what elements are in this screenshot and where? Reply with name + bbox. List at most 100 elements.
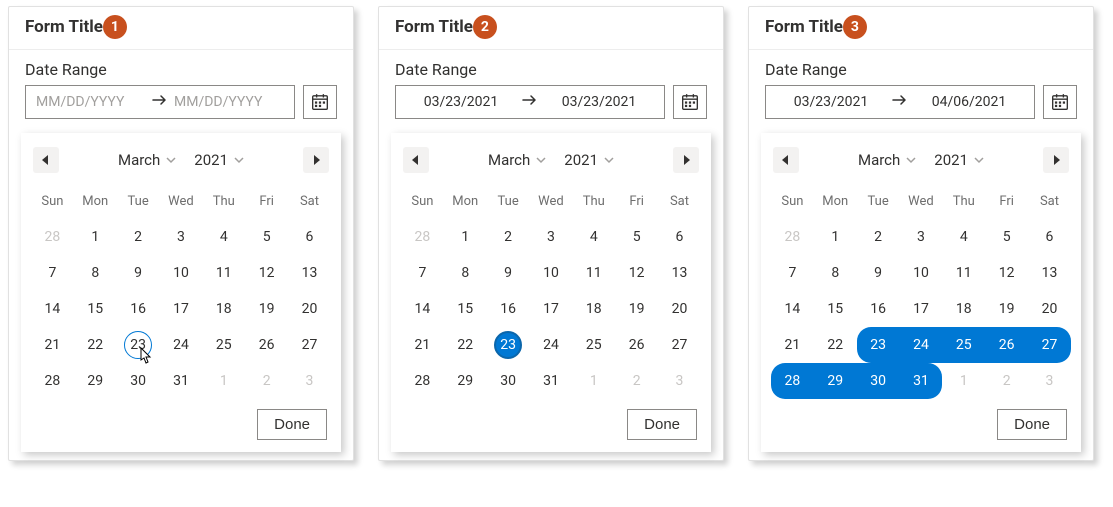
next-month-button[interactable]	[673, 147, 699, 173]
calendar-day[interactable]: 19	[615, 291, 658, 327]
calendar-day[interactable]: 3	[530, 219, 573, 255]
calendar-icon-button[interactable]	[303, 85, 337, 119]
calendar-day[interactable]: 10	[160, 255, 203, 291]
calendar-day[interactable]: 20	[658, 291, 701, 327]
calendar-day[interactable]: 27	[1028, 327, 1071, 363]
calendar-day[interactable]: 15	[74, 291, 117, 327]
calendar-day[interactable]: 4	[202, 219, 245, 255]
calendar-day[interactable]: 13	[288, 255, 331, 291]
calendar-day[interactable]: 24	[160, 327, 203, 363]
calendar-day[interactable]: 11	[202, 255, 245, 291]
calendar-day[interactable]: 23	[857, 327, 900, 363]
date-range-input[interactable]: 03/23/202104/06/2021	[765, 85, 1035, 119]
calendar-day[interactable]: 31	[160, 363, 203, 399]
done-button[interactable]: Done	[997, 409, 1067, 440]
end-date-value[interactable]: 04/06/2021	[914, 94, 1024, 110]
calendar-day[interactable]: 21	[401, 327, 444, 363]
calendar-day[interactable]: 3	[288, 363, 331, 399]
calendar-day[interactable]: 28	[31, 219, 74, 255]
calendar-day[interactable]: 10	[900, 255, 943, 291]
calendar-day[interactable]: 28	[771, 363, 814, 399]
year-dropdown[interactable]: 2021	[928, 149, 990, 171]
calendar-day[interactable]: 4	[572, 219, 615, 255]
calendar-day[interactable]: 1	[444, 219, 487, 255]
calendar-day[interactable]: 7	[771, 255, 814, 291]
calendar-day[interactable]: 18	[202, 291, 245, 327]
calendar-day[interactable]: 10	[530, 255, 573, 291]
end-date-value[interactable]: 03/23/2021	[544, 94, 654, 110]
calendar-day[interactable]: 24	[530, 327, 573, 363]
calendar-day[interactable]: 5	[985, 219, 1028, 255]
calendar-day[interactable]: 3	[160, 219, 203, 255]
calendar-day[interactable]: 20	[1028, 291, 1071, 327]
calendar-day[interactable]: 28	[401, 219, 444, 255]
calendar-day[interactable]: 28	[771, 219, 814, 255]
calendar-day[interactable]: 1	[942, 363, 985, 399]
calendar-day[interactable]: 5	[245, 219, 288, 255]
calendar-day[interactable]: 23	[487, 327, 530, 363]
calendar-day[interactable]: 13	[1028, 255, 1071, 291]
calendar-day[interactable]: 19	[985, 291, 1028, 327]
calendar-day[interactable]: 2	[117, 219, 160, 255]
calendar-day[interactable]: 30	[117, 363, 160, 399]
calendar-day[interactable]: 2	[985, 363, 1028, 399]
month-dropdown[interactable]: March	[852, 149, 922, 171]
prev-month-button[interactable]	[33, 147, 59, 173]
calendar-day[interactable]: 1	[572, 363, 615, 399]
done-button[interactable]: Done	[627, 409, 697, 440]
calendar-day[interactable]: 28	[31, 363, 74, 399]
next-month-button[interactable]	[1043, 147, 1069, 173]
date-range-input[interactable]: 03/23/202103/23/2021	[395, 85, 665, 119]
calendar-day[interactable]: 30	[487, 363, 530, 399]
calendar-day[interactable]: 30	[857, 363, 900, 399]
calendar-day[interactable]: 8	[444, 255, 487, 291]
calendar-day[interactable]: 3	[658, 363, 701, 399]
year-dropdown[interactable]: 2021	[558, 149, 620, 171]
calendar-day[interactable]: 6	[288, 219, 331, 255]
calendar-day[interactable]: 6	[1028, 219, 1071, 255]
calendar-day[interactable]: 31	[900, 363, 943, 399]
calendar-day[interactable]: 23	[117, 327, 160, 363]
calendar-day[interactable]: 18	[942, 291, 985, 327]
start-date-value[interactable]: MM/DD/YYYY	[36, 94, 146, 110]
calendar-day[interactable]: 17	[900, 291, 943, 327]
calendar-day[interactable]: 11	[942, 255, 985, 291]
calendar-day[interactable]: 2	[857, 219, 900, 255]
calendar-day[interactable]: 24	[900, 327, 943, 363]
calendar-day[interactable]: 15	[814, 291, 857, 327]
calendar-day[interactable]: 13	[658, 255, 701, 291]
calendar-day[interactable]: 6	[658, 219, 701, 255]
calendar-day[interactable]: 26	[985, 327, 1028, 363]
calendar-day[interactable]: 8	[814, 255, 857, 291]
calendar-day[interactable]: 25	[572, 327, 615, 363]
calendar-day[interactable]: 1	[74, 219, 117, 255]
calendar-day[interactable]: 5	[615, 219, 658, 255]
calendar-day[interactable]: 26	[615, 327, 658, 363]
calendar-day[interactable]: 26	[245, 327, 288, 363]
calendar-day[interactable]: 14	[401, 291, 444, 327]
date-range-input[interactable]: MM/DD/YYYY MM/DD/YYYY	[25, 85, 295, 119]
calendar-day[interactable]: 27	[658, 327, 701, 363]
calendar-day[interactable]: 31	[530, 363, 573, 399]
calendar-day[interactable]: 9	[857, 255, 900, 291]
calendar-day[interactable]: 20	[288, 291, 331, 327]
calendar-day[interactable]: 4	[942, 219, 985, 255]
calendar-day[interactable]: 9	[487, 255, 530, 291]
calendar-day[interactable]: 3	[1028, 363, 1071, 399]
calendar-day[interactable]: 22	[814, 327, 857, 363]
calendar-day[interactable]: 29	[74, 363, 117, 399]
end-date-value[interactable]: MM/DD/YYYY	[174, 94, 284, 110]
calendar-day[interactable]: 9	[117, 255, 160, 291]
calendar-day[interactable]: 16	[487, 291, 530, 327]
calendar-day[interactable]: 22	[74, 327, 117, 363]
calendar-day[interactable]: 29	[444, 363, 487, 399]
calendar-day[interactable]: 21	[31, 327, 74, 363]
prev-month-button[interactable]	[773, 147, 799, 173]
calendar-day[interactable]: 11	[572, 255, 615, 291]
done-button[interactable]: Done	[257, 409, 327, 440]
calendar-icon-button[interactable]	[673, 85, 707, 119]
calendar-day[interactable]: 7	[31, 255, 74, 291]
calendar-day[interactable]: 19	[245, 291, 288, 327]
calendar-day[interactable]: 28	[401, 363, 444, 399]
year-dropdown[interactable]: 2021	[188, 149, 250, 171]
